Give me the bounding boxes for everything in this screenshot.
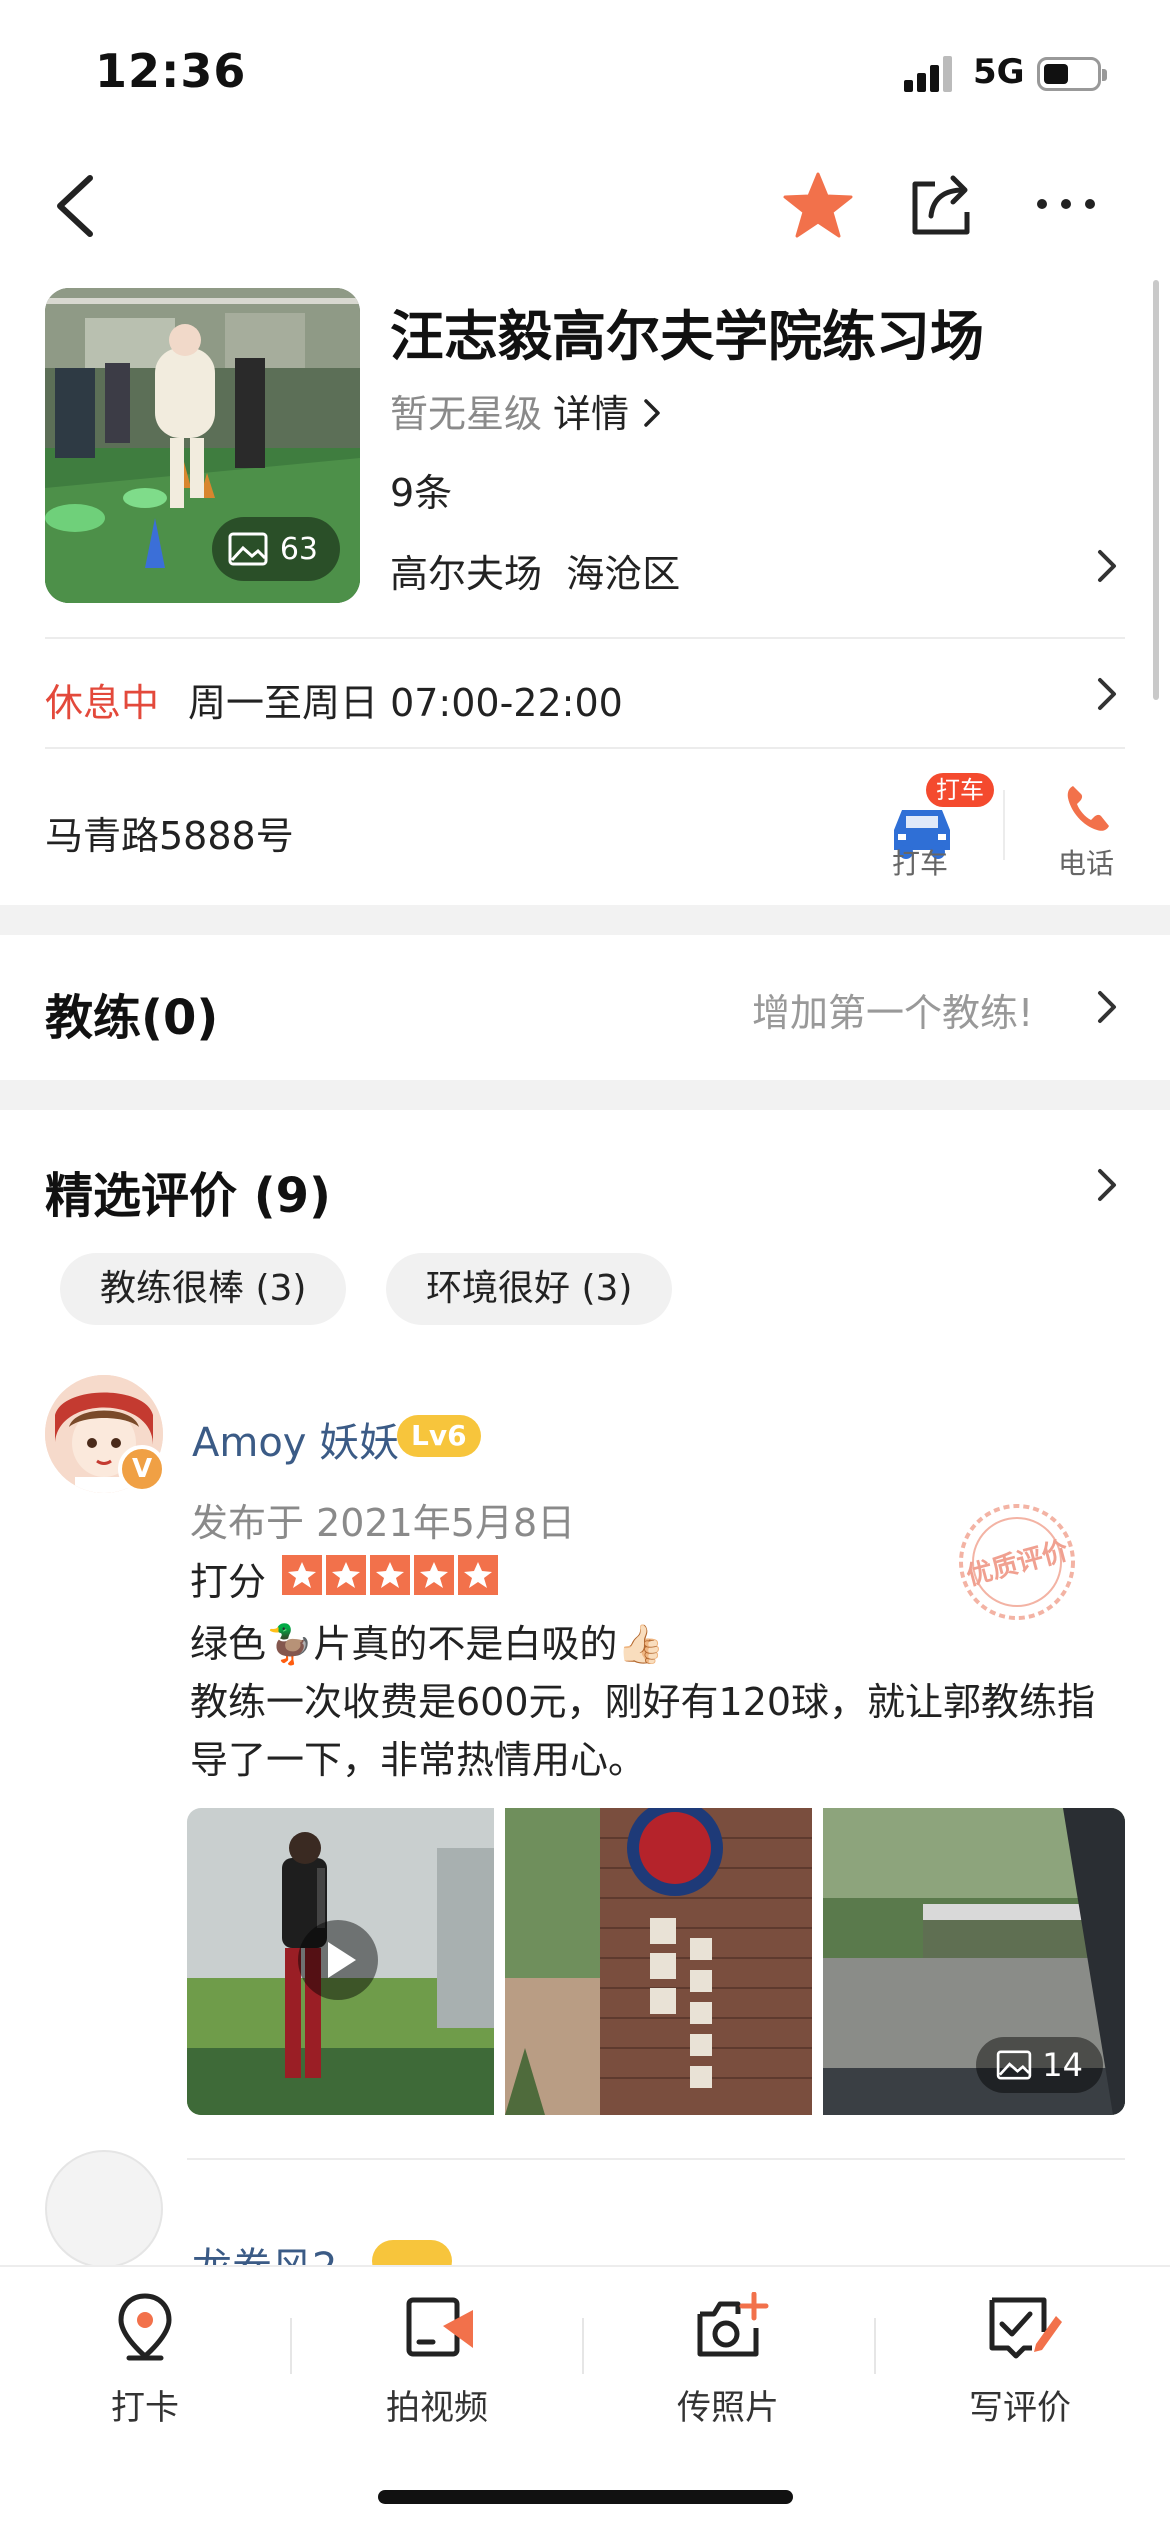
star-icon xyxy=(458,1555,498,1595)
star-icon xyxy=(326,1555,366,1595)
place-title: 汪志毅高尔夫学院练习场 xyxy=(390,305,984,368)
signal-icon xyxy=(904,56,952,92)
share-icon[interactable] xyxy=(905,168,977,240)
address[interactable]: 马青路5888号 xyxy=(45,805,294,860)
image-icon xyxy=(997,2050,1032,2080)
section-gap xyxy=(0,905,1170,935)
taxi-badge: 打车 xyxy=(926,773,994,807)
section-gap xyxy=(0,1080,1170,1110)
review-photo[interactable]: 14 xyxy=(823,1808,1125,2115)
verified-badge: V xyxy=(118,1445,166,1493)
tab-check-in[interactable]: 打卡 xyxy=(45,2292,245,2428)
review-user-name[interactable]: Amoy 妖妖 xyxy=(192,1410,399,1468)
star-icon xyxy=(282,1555,322,1595)
place-cover-photo[interactable]: 63 xyxy=(45,288,360,603)
business-hours[interactable]: 周一至周日 07:00-22:00 xyxy=(188,672,623,727)
reviews-title: 精选评价 (9) xyxy=(45,1168,331,1224)
district: 海沧区 xyxy=(566,552,681,596)
review-photo[interactable] xyxy=(505,1808,812,2115)
home-indicator xyxy=(378,2490,793,2504)
scrollbar[interactable] xyxy=(1153,280,1159,700)
review-text-line: 绿色🦆片真的不是白吸的👍🏻 xyxy=(190,1622,665,1666)
photo-upload-icon xyxy=(697,2292,769,2357)
add-coach-link[interactable]: 增加第一个教练! xyxy=(752,982,1033,1037)
quality-review-stamp: 优质评价 xyxy=(959,1504,1075,1620)
detail-link-label: 详情 xyxy=(553,392,630,436)
user-level-badge: Lv6 xyxy=(397,1415,481,1457)
location-pin-icon xyxy=(118,2293,172,2361)
tab-separator xyxy=(290,2318,292,2374)
chevron-right-icon[interactable] xyxy=(1092,987,1120,1027)
taxi-button-label[interactable]: 打车 xyxy=(892,842,948,882)
status-time: 12:36 xyxy=(95,44,247,98)
review-photo-image xyxy=(505,1808,812,2115)
chevron-right-icon[interactable] xyxy=(1092,546,1120,586)
star-icon xyxy=(370,1555,410,1595)
divider xyxy=(45,747,1125,749)
detail-link[interactable]: 详情 xyxy=(553,383,663,438)
divider xyxy=(187,2158,1125,2160)
score-label: 打分 xyxy=(190,1560,267,1604)
tab-write-review[interactable]: 写评价 xyxy=(920,2292,1120,2428)
review-tag[interactable]: 环境很好 (3) xyxy=(386,1253,673,1325)
more-icon[interactable] xyxy=(1030,168,1102,240)
more-photos-badge: 14 xyxy=(976,2037,1103,2093)
tab-separator xyxy=(582,2318,584,2374)
phone-button-label[interactable]: 电话 xyxy=(1058,842,1114,882)
chevron-right-icon[interactable] xyxy=(1092,674,1120,714)
phone-icon[interactable] xyxy=(1063,782,1111,834)
category: 高尔夫场 xyxy=(390,552,543,596)
tab-label: 打卡 xyxy=(111,2388,179,2428)
tab-record-video[interactable]: 拍视频 xyxy=(337,2292,537,2428)
favorite-star-icon[interactable] xyxy=(782,170,854,242)
divider xyxy=(45,637,1125,639)
photo-count: 63 xyxy=(279,531,318,567)
tab-label: 拍视频 xyxy=(386,2388,488,2428)
hours-status: 休息中 xyxy=(45,681,160,725)
tab-label: 写评价 xyxy=(969,2388,1071,2428)
photo-count-badge: 63 xyxy=(211,517,340,581)
tab-separator xyxy=(874,2318,876,2374)
back-icon[interactable] xyxy=(48,170,108,242)
review-tag[interactable]: 教练很棒 (3) xyxy=(60,1253,347,1325)
rating-stars xyxy=(282,1555,498,1595)
review-text: 绿色🦆片真的不是白吸的👍🏻 教练一次收费是600元，刚好有120球，就让郭教练指… xyxy=(190,1615,1120,1789)
tab-label: 传照片 xyxy=(677,2388,779,2428)
star-icon xyxy=(414,1555,454,1595)
chevron-right-icon xyxy=(644,399,660,427)
chevron-right-icon[interactable] xyxy=(1092,1165,1120,1205)
star-level: 暂无星级 xyxy=(390,392,543,436)
review-text-line: 教练一次收费是600元，刚好有120球，就让郭教练指导了一下，非常热情用心。 xyxy=(190,1680,1096,1782)
tab-upload-photo[interactable]: 传照片 xyxy=(628,2292,828,2428)
review-date: 发布于 2021年5月8日 xyxy=(190,1501,576,1545)
status-bar: 12:36 5G xyxy=(0,0,1170,150)
video-camera-icon xyxy=(406,2297,473,2357)
write-review-icon xyxy=(989,2297,1062,2359)
action-separator xyxy=(1003,790,1005,860)
avatar[interactable] xyxy=(45,2150,163,2268)
battery-icon xyxy=(1037,57,1107,91)
review-video-thumbnail[interactable] xyxy=(187,1808,494,2115)
more-photos-count: 14 xyxy=(1042,2046,1083,2084)
review-count: 9条 xyxy=(390,471,453,515)
category-row[interactable]: 高尔夫场 海沧区 xyxy=(390,543,680,598)
play-icon[interactable] xyxy=(298,1920,378,2000)
image-icon xyxy=(228,532,268,566)
network-type: 5G xyxy=(973,52,1025,92)
coaches-title: 教练(0) xyxy=(45,990,219,1046)
